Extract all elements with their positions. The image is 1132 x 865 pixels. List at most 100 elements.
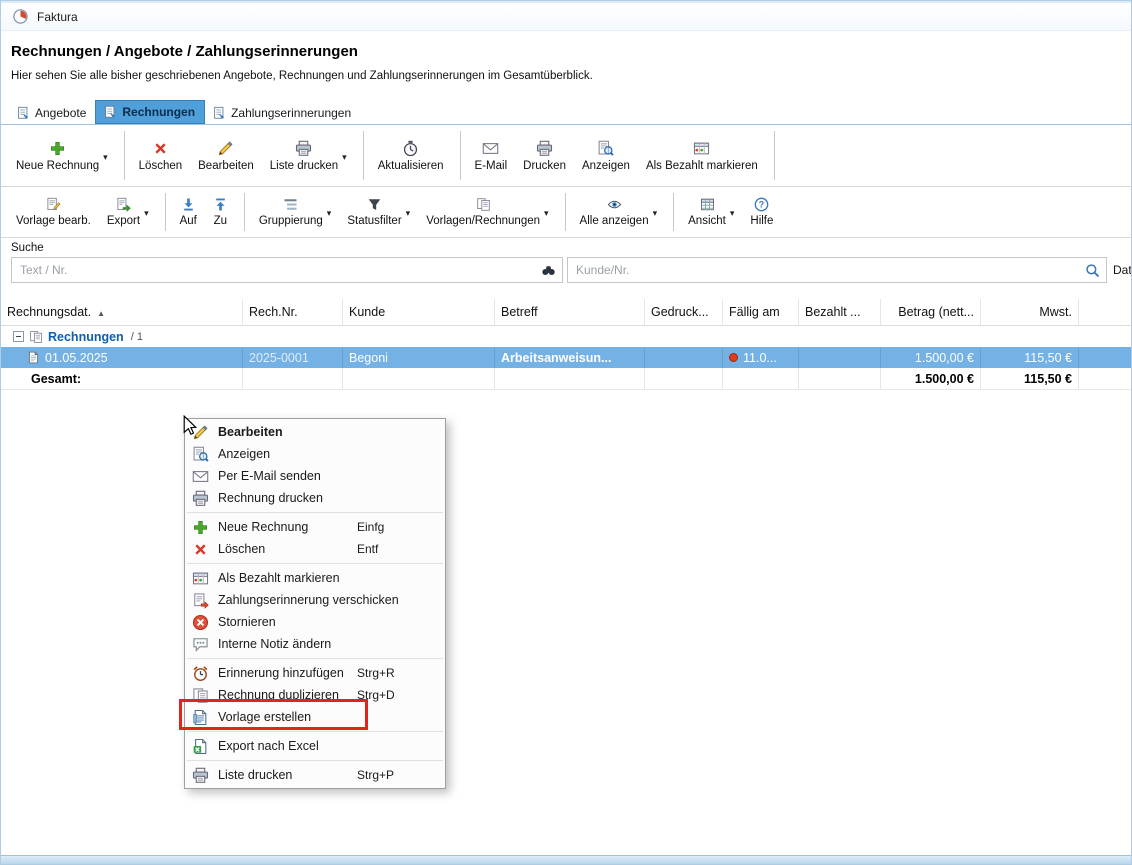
dropdown-arrow-icon[interactable] (730, 203, 735, 221)
view-button[interactable]: Ansicht (681, 194, 741, 230)
tab-zahlungserinnerungen[interactable]: Zahlungserinnerungen (205, 102, 360, 124)
expand-groups-button[interactable]: Auf (173, 194, 204, 230)
total-label: Gesamt: (1, 368, 243, 389)
total-row: Gesamt: 1.500,00 € 115,50 € (1, 368, 1132, 390)
refresh-button[interactable]: Aktualisieren (371, 137, 451, 175)
collapse-up-icon (213, 197, 228, 212)
menu-item-erinnerung-hinzufuegen[interactable]: Erinnerung hinzufügenStrg+R (185, 662, 445, 684)
column-header-bezahlt[interactable]: Bezahlt ... (799, 299, 881, 325)
column-header-betrag[interactable]: Betrag (nett... (881, 299, 981, 325)
total-empty (495, 368, 645, 389)
tab-label: Angebote (35, 106, 86, 120)
menu-item-interne-notiz-aendern[interactable]: Interne Notiz ändern (185, 633, 445, 655)
print-button[interactable]: Drucken (516, 137, 573, 175)
cell-vat: 115,50 € (981, 347, 1079, 368)
menu-item-zahlungserinnerung-verschicken[interactable]: Zahlungserinnerung verschicken (185, 589, 445, 611)
menu-item-rechnung-drucken[interactable]: Rechnung drucken (185, 487, 445, 509)
column-header-rechnungsdatum[interactable]: Rechnungsdat. (1, 299, 243, 325)
plus-icon (192, 519, 209, 536)
due-status-icon (729, 353, 738, 362)
excel-icon (192, 738, 209, 755)
window-bottom-edge (1, 855, 1131, 864)
filter-funnel-icon (367, 197, 382, 212)
grouping-button[interactable]: Gruppierung (252, 194, 338, 230)
toolbar-separator (244, 193, 245, 231)
column-header-faellig[interactable]: Fällig am (723, 299, 799, 325)
mail-icon (192, 468, 209, 485)
cell-subject: Arbeitsanweisun... (495, 347, 645, 368)
tab-label: Rechnungen (122, 105, 195, 119)
tab-angebote[interactable]: Angebote (9, 102, 95, 124)
dropdown-arrow-icon[interactable] (406, 203, 411, 221)
search-text-input[interactable] (12, 258, 541, 282)
templates-invoices-button[interactable]: Vorlagen/Rechnungen (419, 194, 555, 230)
status-filter-button[interactable]: Statusfilter (340, 194, 417, 230)
table-row-selected[interactable]: 01.05.2025 2025-0001 Begoni Arbeitsanwei… (1, 347, 1132, 368)
page-subtitle: Hier sehen Sie alle bisher geschriebenen… (11, 70, 593, 82)
tab-rechnungen[interactable]: Rechnungen (95, 100, 205, 124)
printer-icon (192, 767, 209, 784)
table-header-row: Rechnungsdat. Rech.Nr. Kunde Betreff Ged… (1, 299, 1132, 326)
column-header-mwst[interactable]: Mwst. (981, 299, 1079, 325)
menu-item-stornieren[interactable]: Stornieren (185, 611, 445, 633)
app-logo-icon (12, 8, 29, 25)
group-row-rechnungen[interactable]: Rechnungen / 1 (1, 326, 1132, 347)
column-header-gedruckt[interactable]: Gedruck... (645, 299, 723, 325)
search-text-field (11, 257, 563, 283)
grouping-icon (283, 197, 298, 212)
print-list-button[interactable]: Liste drucken (263, 137, 354, 175)
show-button[interactable]: Anzeigen (575, 137, 637, 175)
eye-icon (607, 197, 622, 212)
new-invoice-button[interactable]: Neue Rechnung (9, 137, 115, 175)
menu-item-anzeigen[interactable]: Anzeigen (185, 443, 445, 465)
collapse-expander-icon[interactable] (13, 331, 24, 342)
invoice-page-icon (27, 351, 40, 364)
show-all-button[interactable]: Alle anzeigen (573, 194, 665, 230)
dropdown-arrow-icon[interactable] (327, 203, 332, 221)
window-title: Faktura (37, 10, 78, 24)
binoculars-icon[interactable] (541, 263, 556, 278)
dropdown-arrow-icon[interactable] (653, 203, 658, 221)
menu-separator (187, 512, 443, 513)
dropdown-arrow-icon[interactable] (342, 147, 347, 165)
refresh-clock-icon (402, 140, 419, 157)
mark-paid-button[interactable]: Als Bezahlt markieren (639, 137, 765, 175)
menu-item-neue-rechnung[interactable]: Neue RechnungEinfg (185, 516, 445, 538)
menu-item-export-nach-excel[interactable]: Export nach Excel (185, 735, 445, 757)
printer-icon (295, 140, 312, 157)
dropdown-arrow-icon[interactable] (103, 147, 108, 165)
dropdown-arrow-icon[interactable] (544, 203, 549, 221)
dropdown-arrow-icon[interactable] (144, 203, 149, 221)
document-icon (16, 106, 30, 120)
delete-button[interactable]: Löschen (132, 137, 189, 175)
cell-filler (1079, 347, 1132, 368)
preview-icon (597, 140, 614, 157)
group-count: / 1 (131, 331, 143, 343)
magnifier-icon[interactable] (1085, 263, 1100, 278)
edit-template-button[interactable]: Vorlage bearb. (9, 194, 98, 230)
cell-customer: Begoni (343, 347, 495, 368)
column-header-rechnr[interactable]: Rech.Nr. (243, 299, 343, 325)
menu-item-liste-drucken[interactable]: Liste druckenStrg+P (185, 764, 445, 786)
total-empty (645, 368, 723, 389)
menu-separator (187, 760, 443, 761)
menu-item-als-bezahlt-markieren[interactable]: Als Bezahlt markieren (185, 567, 445, 589)
menu-item-loeschen[interactable]: LöschenEntf (185, 538, 445, 560)
cell-paid (799, 347, 881, 368)
column-header-betreff[interactable]: Betreff (495, 299, 645, 325)
menu-item-per-email-senden[interactable]: Per E-Mail senden (185, 465, 445, 487)
menu-separator (187, 731, 443, 732)
search-customer-input[interactable] (568, 258, 1085, 282)
invoice-stack-icon (29, 330, 43, 344)
help-button[interactable]: Hilfe (743, 194, 780, 230)
menu-separator (187, 563, 443, 564)
menu-item-bearbeiten[interactable]: Bearbeiten (185, 421, 445, 443)
collapse-groups-button[interactable]: Zu (206, 194, 235, 230)
search-label: Suche (11, 242, 44, 254)
edit-button[interactable]: Bearbeiten (191, 137, 261, 175)
cell-date: 01.05.2025 (1, 347, 243, 368)
email-button[interactable]: E-Mail (468, 137, 515, 175)
export-button[interactable]: Export (100, 194, 156, 230)
toolbar-separator (165, 193, 166, 231)
column-header-kunde[interactable]: Kunde (343, 299, 495, 325)
